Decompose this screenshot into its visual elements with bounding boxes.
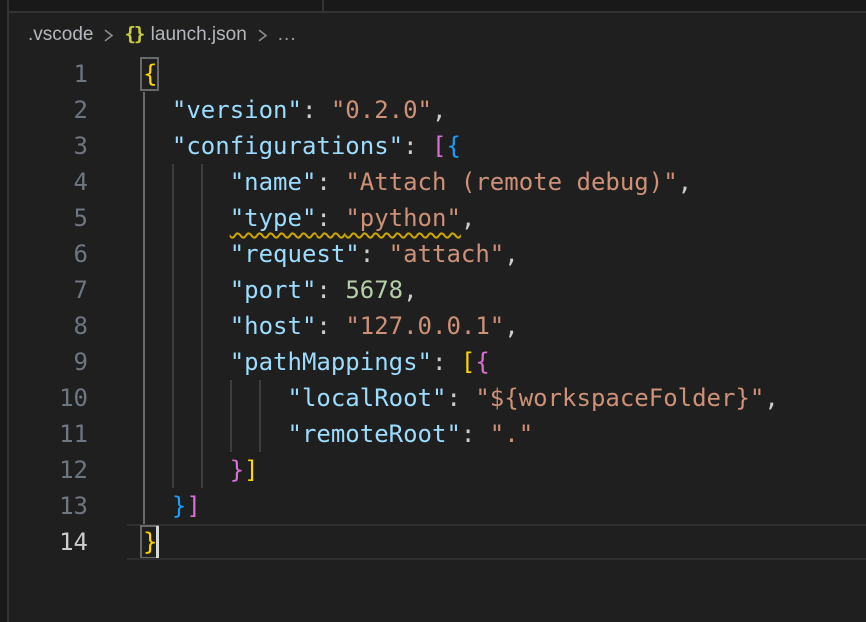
line-number[interactable]: 2 [10, 92, 88, 128]
line-number[interactable]: 8 [10, 308, 88, 344]
code-text: "port": 5678, [143, 272, 418, 308]
code-text: "type": "python", [143, 200, 475, 236]
code-line[interactable]: 4 "name": "Attach (remote debug)", [0, 164, 866, 200]
line-number[interactable]: 11 [10, 416, 88, 452]
code-text: "remoteRoot": "." [143, 416, 533, 452]
code-line[interactable]: 10 "localRoot": "${workspaceFolder}", [0, 380, 866, 416]
warning-squiggle: "type": "python" [230, 204, 461, 232]
line-number[interactable]: 14 [10, 524, 88, 560]
breadcrumb-folder[interactable]: .vscode [28, 24, 93, 46]
line-number[interactable]: 5 [10, 200, 88, 236]
code-text: "configurations": [{ [143, 128, 461, 164]
breadcrumb-file-label: launch.json [151, 24, 247, 45]
code-text: "name": "Attach (remote debug)", [143, 164, 692, 200]
code-text: }] [143, 488, 201, 524]
code-line[interactable]: 11 "remoteRoot": "." [0, 416, 866, 452]
line-number[interactable]: 1 [10, 56, 88, 92]
code-text: }] [143, 452, 259, 488]
code-line[interactable]: 7 "port": 5678, [0, 272, 866, 308]
line-number[interactable]: 4 [10, 164, 88, 200]
line-number[interactable]: 9 [10, 344, 88, 380]
code-line[interactable]: 9 "pathMappings": [{ [0, 344, 866, 380]
code-line[interactable]: 13 }] [0, 488, 866, 524]
code-line[interactable]: 8 "host": "127.0.0.1", [0, 308, 866, 344]
vscode-editor: .vscode {} launch.json ... 1{2 "version"… [0, 0, 866, 622]
tab-bar-edge [9, 0, 866, 11]
breadcrumb-symbol[interactable]: ... [278, 24, 297, 46]
chevron-right-icon [255, 27, 270, 44]
code-line[interactable]: 1{ [0, 56, 866, 92]
tab-divider [322, 0, 324, 11]
code-text: "version": "0.2.0", [143, 92, 446, 128]
code-text: "host": "127.0.0.1", [143, 308, 519, 344]
code-line[interactable]: 12 }] [0, 452, 866, 488]
line-number[interactable]: 3 [10, 128, 88, 164]
code-text: "pathMappings": [{ [143, 344, 490, 380]
code-text: "request": "attach", [143, 236, 519, 272]
code-line[interactable]: 2 "version": "0.2.0", [0, 92, 866, 128]
chevron-right-icon [101, 27, 116, 44]
code-line[interactable]: 3 "configurations": [{ [0, 128, 866, 164]
breadcrumb-file[interactable]: {} launch.json [124, 23, 246, 46]
line-number[interactable]: 12 [10, 452, 88, 488]
code-line[interactable]: 6 "request": "attach", [0, 236, 866, 272]
line-number[interactable]: 10 [10, 380, 88, 416]
code-text: "localRoot": "${workspaceFolder}", [143, 380, 779, 416]
code-lines[interactable]: 1{2 "version": "0.2.0",3 "configurations… [0, 56, 866, 560]
code-line[interactable]: 14} [0, 524, 866, 560]
breadcrumb: .vscode {} launch.json ... [9, 13, 866, 56]
code-line[interactable]: 5 "type": "python", [0, 200, 866, 236]
json-file-icon: {} [124, 23, 143, 45]
bracket-match-box [140, 57, 159, 91]
line-number[interactable]: 7 [10, 272, 88, 308]
line-number[interactable]: 13 [10, 488, 88, 524]
line-number[interactable]: 6 [10, 236, 88, 272]
text-cursor [156, 526, 159, 558]
